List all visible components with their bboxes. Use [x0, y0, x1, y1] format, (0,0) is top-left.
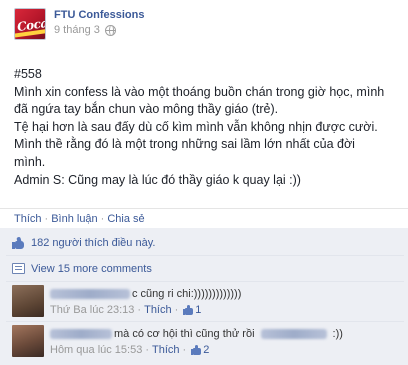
- facebook-post: Coca FTU Confessions 9 tháng 3 #558 Mình…: [0, 0, 408, 365]
- view-more-comments-link[interactable]: View 15 more comments: [31, 263, 152, 275]
- comment-text-tail: :)): [332, 328, 343, 340]
- thumbs-up-icon: [12, 236, 25, 249]
- post-body-line: Mình xin confess là vào một thoáng buồn …: [14, 84, 385, 99]
- globe-icon: [104, 24, 116, 36]
- comment-like-button[interactable]: Thích: [144, 304, 172, 316]
- post-body-line: #558: [14, 67, 42, 81]
- commenter-avatar[interactable]: [12, 285, 44, 317]
- likes-count-link[interactable]: 182 người thích điều này.: [31, 237, 155, 249]
- comment-time[interactable]: Thứ Ba lúc 23:13: [50, 304, 134, 316]
- post-body-line: Admin S: Cũng may là lúc đó thầy giáo k …: [14, 172, 301, 187]
- comment-body: mà có cơ hội thì cũng thử rồi :)) Hôm qu…: [50, 322, 343, 362]
- commenter-avatar[interactable]: [12, 325, 44, 357]
- comment-time[interactable]: Hôm qua lúc 15:53: [50, 344, 142, 356]
- tagged-name-link[interactable]: [260, 329, 327, 339]
- post-body-line: Tệ hại hơn là sau đấy dù cố kìm mình vẫn…: [14, 119, 378, 134]
- commenter-name-link[interactable]: [50, 329, 112, 339]
- share-button[interactable]: Chia sẻ: [107, 213, 144, 225]
- thumbs-up-icon: [191, 345, 202, 355]
- comment-button[interactable]: Bình luận: [51, 213, 97, 225]
- separator-dot: ·: [145, 344, 150, 356]
- post-header: Coca FTU Confessions 9 tháng 3: [14, 8, 144, 44]
- comment-text: c cũng ri chi:))))))))))))): [132, 288, 242, 300]
- comment-body: c cũng ri chi:))))))))))))) Thứ Ba lúc 2…: [50, 282, 241, 321]
- commenter-name-link[interactable]: [50, 289, 130, 299]
- comment-like-count[interactable]: 2: [203, 344, 209, 356]
- post-body-line: Mình thề rằng đó là một trong những sai …: [14, 137, 355, 152]
- comment-like-count[interactable]: 1: [195, 304, 201, 316]
- separator-dot: ·: [137, 304, 142, 316]
- separator-dot: ·: [44, 212, 49, 225]
- separator-dot: ·: [182, 344, 187, 356]
- post-body: #558 Mình xin confess là vào một thoáng …: [14, 66, 400, 189]
- comment-like-button[interactable]: Thích: [152, 344, 180, 356]
- comment-meta: Hôm qua lúc 15:53 · Thích · 2: [50, 344, 343, 356]
- comment-meta: Thứ Ba lúc 23:13 · Thích · 1: [50, 304, 241, 316]
- header-text: FTU Confessions 9 tháng 3: [54, 8, 144, 44]
- post-body-line: đã ngứa tay bắn chun vào mông thầy giáo …: [14, 102, 279, 117]
- post-meta: 9 tháng 3: [54, 24, 144, 36]
- post-body-line: mình.: [14, 154, 46, 169]
- view-more-row: View 15 more comments: [6, 256, 404, 282]
- thumbs-up-icon: [183, 305, 194, 315]
- comment-item: mà có cơ hội thì cũng thử rồi :)) Hôm qu…: [6, 322, 404, 362]
- comment-text-line: mà có cơ hội thì cũng thử rồi :)): [50, 328, 343, 340]
- comment-text: mà có cơ hội thì cũng thử rồi: [114, 328, 255, 340]
- page-avatar[interactable]: Coca: [14, 8, 46, 40]
- post-date[interactable]: 9 tháng 3: [54, 24, 100, 36]
- comment-item: c cũng ri chi:))))))))))))) Thứ Ba lúc 2…: [6, 282, 404, 322]
- post-action-bar: Thích · Bình luận · Chia sẻ: [0, 208, 408, 228]
- page-name-link[interactable]: FTU Confessions: [54, 9, 144, 21]
- likes-summary-row: 182 người thích điều này.: [6, 230, 404, 256]
- comment-text-line: c cũng ri chi:))))))))))))): [50, 288, 241, 300]
- separator-dot: ·: [100, 212, 105, 225]
- like-button[interactable]: Thích: [14, 213, 42, 225]
- separator-dot: ·: [174, 304, 179, 316]
- comment-icon: [12, 263, 25, 274]
